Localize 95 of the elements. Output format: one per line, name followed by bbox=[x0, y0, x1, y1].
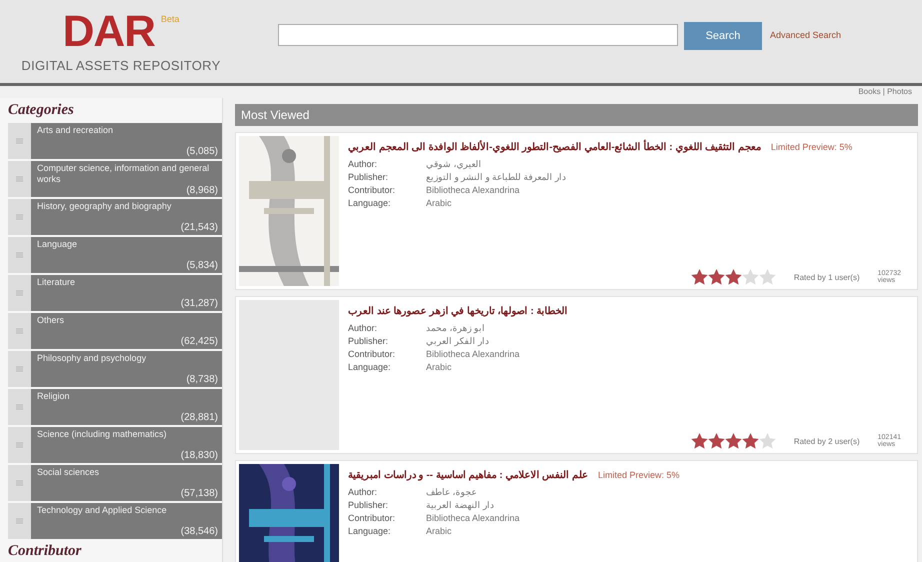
field-label: Language: bbox=[348, 198, 392, 208]
drag-handle-icon[interactable] bbox=[8, 275, 31, 311]
field-value: Bibliotheca Alexandrina bbox=[426, 349, 521, 359]
drag-handle-icon[interactable] bbox=[8, 237, 31, 273]
drag-handle-icon[interactable] bbox=[8, 351, 31, 387]
category-count: (57,138) bbox=[180, 488, 218, 499]
star-icon[interactable] bbox=[724, 269, 742, 285]
view-links[interactable]: Books | Photos bbox=[858, 86, 912, 98]
star-icon[interactable] bbox=[758, 269, 776, 285]
drag-handle-icon[interactable] bbox=[8, 161, 31, 197]
field-label: Publisher: bbox=[348, 172, 390, 182]
field-label: Author: bbox=[348, 159, 378, 169]
category-label: Religion bbox=[37, 391, 71, 402]
category-item[interactable]: Others (62,425) bbox=[31, 313, 222, 349]
book-title-link[interactable]: معجم التثقيف اللغوي : الخطأ الشائع-العامي الفصيح-التطور اللغوي-الألفاظ الوافدة الى المعجم العربي bbox=[348, 141, 761, 153]
category-label: Technology and Applied Science bbox=[37, 505, 168, 516]
star-icon[interactable] bbox=[758, 433, 776, 449]
category-item[interactable]: History, geography and biography (21,543) bbox=[31, 199, 222, 235]
field-value: ابو زهرة، محمد bbox=[426, 323, 486, 333]
category-label: History, geography and biography bbox=[37, 201, 172, 212]
field-label: Contributor: bbox=[348, 513, 396, 523]
advanced-search-link[interactable]: Advanced Search bbox=[770, 30, 842, 40]
drag-handle-icon[interactable] bbox=[8, 389, 31, 425]
drag-handle-icon[interactable] bbox=[8, 465, 31, 501]
field-value: Bibliotheca Alexandrina bbox=[426, 185, 521, 195]
category-count: (31,287) bbox=[180, 298, 218, 309]
field-label: Language: bbox=[348, 526, 392, 536]
category-count: (5,085) bbox=[186, 146, 218, 157]
category-item[interactable]: Technology and Applied Science (38,546) bbox=[31, 503, 222, 539]
star-icon[interactable] bbox=[708, 433, 725, 449]
category-item[interactable]: Computer science, information and general works (8,968) bbox=[31, 161, 222, 197]
drag-handle-icon[interactable] bbox=[8, 199, 31, 235]
star-icon[interactable] bbox=[724, 433, 742, 449]
rating-text: Rated by 2 user(s) bbox=[794, 436, 860, 446]
category-item[interactable]: Language (5,834) bbox=[31, 237, 222, 273]
category-label: Language bbox=[37, 239, 78, 250]
preview-label: Limited Preview: 5% bbox=[770, 142, 852, 152]
category-count: (21,543) bbox=[180, 222, 218, 233]
field-label: Publisher: bbox=[348, 336, 390, 346]
category-label: Social sciences bbox=[37, 467, 100, 478]
logo[interactable]: DAR bbox=[62, 10, 155, 54]
search-field[interactable] bbox=[278, 24, 678, 46]
field-value: دار النهضة العربية bbox=[426, 500, 496, 510]
category-count: (18,830) bbox=[180, 450, 218, 461]
category-label: Computer science, information and general works bbox=[37, 163, 210, 185]
category-item[interactable]: Social sciences (57,138) bbox=[31, 465, 222, 501]
drag-handle-icon[interactable] bbox=[8, 123, 31, 159]
section-header: Most Viewed bbox=[235, 104, 918, 126]
category-count: (28,881) bbox=[180, 412, 218, 423]
field-label: Language: bbox=[348, 362, 392, 372]
field-label: Author: bbox=[348, 323, 378, 333]
category-item[interactable]: Literature (31,287) bbox=[31, 275, 222, 311]
category-count: (8,968) bbox=[186, 185, 218, 196]
field-label: Contributor: bbox=[348, 349, 396, 359]
field-value: العيري، شوقي bbox=[426, 159, 483, 169]
star-icon[interactable] bbox=[690, 433, 708, 449]
field-value: دار الفكر العربي bbox=[426, 336, 490, 346]
drag-handle-icon[interactable] bbox=[8, 313, 31, 349]
beta-label: Beta bbox=[160, 14, 180, 24]
field-label: Publisher: bbox=[348, 500, 390, 510]
category-label: Philosophy and psychology bbox=[37, 353, 148, 364]
field-value: Arabic bbox=[426, 362, 453, 372]
search-button[interactable]: Search bbox=[684, 22, 762, 50]
category-item[interactable]: Philosophy and psychology (8,738) bbox=[31, 351, 222, 387]
category-label: Others bbox=[37, 315, 66, 326]
field-value: Arabic bbox=[426, 526, 453, 536]
field-label: Contributor: bbox=[348, 185, 396, 195]
section-heading: Contributor bbox=[7, 542, 82, 561]
category-item[interactable]: Arts and recreation (5,085) bbox=[31, 123, 222, 159]
drag-handle-icon[interactable] bbox=[8, 503, 31, 539]
category-count: (8,738) bbox=[186, 374, 218, 385]
category-item[interactable]: Science (including mathematics) (18,830) bbox=[31, 427, 222, 463]
star-icon[interactable] bbox=[742, 433, 759, 449]
rating-text: Rated by 1 user(s) bbox=[794, 272, 860, 282]
field-label: Author: bbox=[348, 487, 378, 497]
category-label: Literature bbox=[37, 277, 76, 288]
category-count: (38,546) bbox=[180, 526, 218, 537]
logo-subtitle: DIGITAL ASSETS REPOSITORY bbox=[21, 58, 221, 73]
book-title-link[interactable]: الخطابة : اصولها، تاريخها في ازهر عصورها عند العرب bbox=[348, 305, 568, 317]
section-heading: Categories bbox=[7, 101, 75, 120]
star-icon[interactable] bbox=[742, 269, 759, 285]
book-title-link[interactable]: علم النفس الاعلامي : مفاهيم اساسية -- و دراسات امبريقية bbox=[348, 469, 588, 481]
star-icon[interactable] bbox=[690, 269, 708, 285]
category-count: (62,425) bbox=[180, 336, 218, 347]
category-label: Arts and recreation bbox=[37, 125, 114, 136]
category-count: (5,834) bbox=[186, 260, 218, 271]
category-item[interactable]: Religion (28,881) bbox=[31, 389, 222, 425]
drag-handle-icon[interactable] bbox=[8, 427, 31, 463]
star-icon[interactable] bbox=[708, 269, 725, 285]
field-value: دار المعرفة للطباعة و النشر و التوزيع bbox=[426, 172, 568, 182]
field-value: عجوة، عاطف bbox=[426, 487, 478, 497]
preview-label: Limited Preview: 5% bbox=[598, 470, 680, 480]
category-label: Science (including mathematics) bbox=[37, 429, 168, 440]
field-value: Arabic bbox=[426, 198, 453, 208]
field-value: Bibliotheca Alexandrina bbox=[426, 513, 521, 523]
